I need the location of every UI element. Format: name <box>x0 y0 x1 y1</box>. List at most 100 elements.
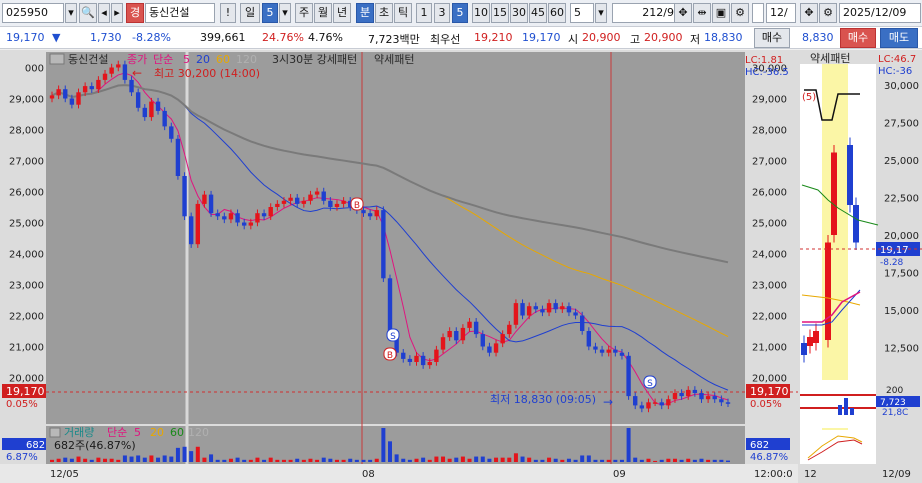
interval-30[interactable]: 30 <box>510 3 528 23</box>
candle-body <box>155 101 161 111</box>
period-day-button[interactable]: 일 <box>240 3 260 23</box>
y-tick-label-left: 23,000 <box>9 281 44 292</box>
split-icon[interactable]: ⇹ <box>693 3 711 23</box>
volume-bar <box>242 459 247 462</box>
price-change: 1,730 <box>90 31 122 44</box>
legend-ma60: 60 <box>216 53 230 66</box>
interval-1[interactable]: 1 <box>416 3 432 23</box>
volume-bar <box>672 458 677 462</box>
side-y-tick: 27,500 <box>884 119 919 130</box>
time-axis <box>0 464 798 483</box>
vol-tag-right-text: 682 <box>750 440 769 451</box>
volume-bar <box>109 458 114 462</box>
side-y-tick: 17,500 <box>884 269 919 280</box>
candle-body <box>507 324 512 335</box>
candle-body <box>725 402 731 404</box>
side-chart[interactable]: 약세패턴 LC:46.7 HC:-36 (5) 30,000 27,500 25,0… <box>798 50 922 483</box>
volume-bar <box>381 428 386 462</box>
search-icon[interactable]: 🔍 <box>79 3 97 23</box>
y-tick-label-left: 24,000 <box>9 250 44 261</box>
volume-bar <box>275 459 280 462</box>
volume-bar <box>533 459 538 462</box>
candle-body <box>447 331 452 338</box>
volume-bar <box>480 456 485 462</box>
interval-15[interactable]: 15 <box>491 3 509 23</box>
interval-dropdown-icon[interactable]: ▾ <box>595 3 607 23</box>
sync-checkbox[interactable] <box>752 3 764 23</box>
right-count-field[interactable]: 12/ <box>766 3 796 23</box>
candle-body <box>301 200 307 204</box>
candle-body <box>82 86 88 93</box>
side-settings-icon[interactable]: ⚙ <box>819 3 837 23</box>
period-week-button[interactable]: 주 <box>295 3 313 23</box>
volume-bar <box>507 457 512 462</box>
candle-body <box>579 315 585 331</box>
candle-body <box>646 402 651 409</box>
side-indicator-pane <box>800 430 876 464</box>
period-day-count[interactable]: 5 <box>262 3 278 23</box>
code-dropdown-icon[interactable]: ▾ <box>65 3 77 23</box>
interval-10[interactable]: 10 <box>472 3 490 23</box>
toolbar: 025950 ▾ 🔍 ◂ ▸ 경 동신건설 ! 일 5 ▾ 주 월 년 분 초 … <box>0 0 922 27</box>
legend-toggle-icon[interactable] <box>49 53 65 65</box>
side-candle-body <box>801 343 807 355</box>
candle-body <box>241 222 247 226</box>
volume-bar <box>116 459 121 462</box>
side-crosshair-icon[interactable]: ✥ <box>800 3 818 23</box>
period-dropdown-icon[interactable]: ▾ <box>279 3 291 23</box>
volume-bar <box>686 458 691 462</box>
interval-60[interactable]: 60 <box>548 3 566 23</box>
volume-bar <box>719 459 724 462</box>
info-button[interactable]: ! <box>220 3 236 23</box>
candle-body <box>705 396 711 400</box>
stock-code-input[interactable]: 025950 <box>2 3 64 23</box>
candle-body <box>553 303 558 310</box>
candle-body <box>473 321 479 335</box>
candle-body <box>533 306 539 310</box>
date-field[interactable]: 2025/12/09 <box>839 3 921 23</box>
side-vol-tick-200: 200 <box>886 386 903 396</box>
volume-bar <box>235 457 240 462</box>
volume-bar <box>699 458 704 462</box>
vol-pct-right: 46.87% <box>750 452 788 463</box>
volume-toggle-icon[interactable] <box>49 427 61 438</box>
side-vol-tag-text: 7,723 <box>880 398 906 408</box>
volume-bar <box>712 459 717 462</box>
volume-bar <box>295 458 300 462</box>
volume-bar <box>520 456 525 462</box>
settings-icon[interactable]: ⚙ <box>731 3 749 23</box>
candle-body <box>268 207 273 217</box>
period-year-button[interactable]: 년 <box>333 3 351 23</box>
save-icon[interactable]: ▣ <box>712 3 730 23</box>
side-volume-pane <box>800 380 876 428</box>
candle-body <box>626 355 631 397</box>
main-chart[interactable]: 30,00029,00028,00027,00026,00025,00024,0… <box>0 50 798 483</box>
buy-button[interactable]: 매수 <box>754 28 790 48</box>
candle-body <box>381 210 386 279</box>
period-month-button[interactable]: 월 <box>314 3 332 23</box>
interval-45[interactable]: 45 <box>529 3 547 23</box>
y-tick-label-left: 22,000 <box>9 312 44 323</box>
custom-interval-input[interactable]: 5 <box>570 3 594 23</box>
candle-body <box>593 346 598 350</box>
high-annotation: 최고 30,200 (14:00) <box>154 67 260 80</box>
prev-stock-icon[interactable]: ◂ <box>98 3 110 23</box>
next-stock-icon[interactable]: ▸ <box>111 3 123 23</box>
interval-3[interactable]: 3 <box>434 3 450 23</box>
side-sell-button[interactable]: 매도 <box>880 28 918 48</box>
interval-5[interactable]: 5 <box>452 3 468 23</box>
volume-bar <box>547 457 552 462</box>
legend-strong-pattern: 3시30분 강세패턴 <box>272 53 357 66</box>
period-second-button[interactable]: 초 <box>375 3 393 23</box>
period-minute-button[interactable]: 분 <box>356 3 374 23</box>
volume: 399,661 <box>200 31 246 44</box>
stock-name-field[interactable]: 동신건설 <box>145 3 215 23</box>
y-tick-label: 23,000 <box>752 281 787 292</box>
period-tick-button[interactable]: 틱 <box>394 3 412 23</box>
side-buy-button[interactable]: 매수 <box>840 28 876 48</box>
candle-body <box>361 210 366 214</box>
crosshair-icon[interactable]: ✥ <box>674 3 692 23</box>
volume-bar <box>560 459 565 462</box>
candle-body <box>109 67 114 74</box>
side-lc: LC:46.7 <box>878 54 916 65</box>
